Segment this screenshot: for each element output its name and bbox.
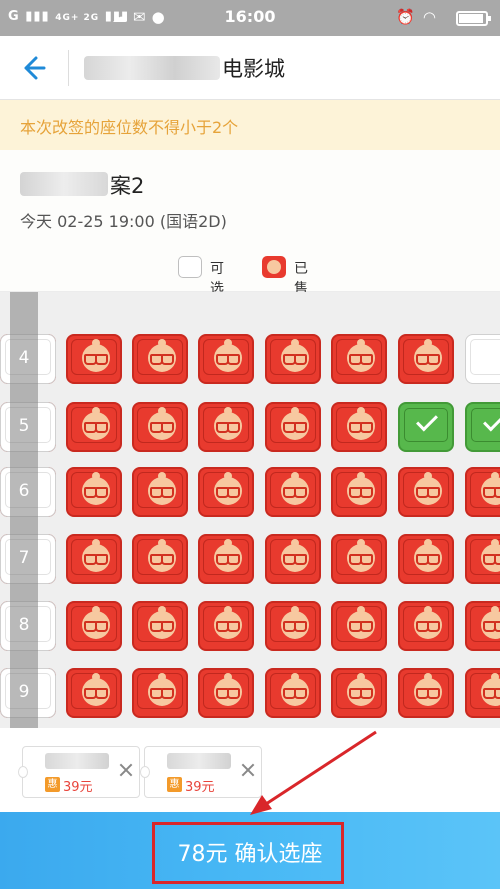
seat-sold	[398, 601, 454, 651]
ticket-price: 39元	[185, 780, 215, 795]
checkmark-icon	[483, 409, 500, 432]
seat-sold	[265, 467, 321, 517]
row-number-label: 4	[18, 348, 30, 368]
selected-tickets-bar: 惠 39元惠 39元	[0, 728, 500, 812]
header-divider	[68, 50, 69, 86]
seat-sold	[132, 334, 188, 384]
checkmark-icon	[416, 409, 438, 432]
back-button[interactable]	[14, 50, 54, 86]
seat-sold	[132, 467, 188, 517]
back-arrow-icon	[24, 56, 46, 80]
available-seat-icon	[178, 256, 202, 278]
seat-sold	[198, 668, 254, 718]
seat-sold	[132, 601, 188, 651]
seat-sold	[465, 534, 500, 584]
seat-map[interactable]: 4 5 6 7 8 9	[0, 292, 500, 728]
seat-sold	[265, 668, 321, 718]
selected-ticket-chip[interactable]: 惠 39元	[18, 746, 140, 798]
confirm-seat-button[interactable]: 78元 确认选座	[0, 812, 500, 889]
top-navigation-bar: 电影城	[0, 36, 500, 100]
seat-sold	[198, 334, 254, 384]
row-number-label: 7	[18, 548, 30, 568]
seat-sold	[265, 534, 321, 584]
seat-sold	[66, 334, 122, 384]
seat-info-redacted	[45, 753, 109, 769]
page-title: 电影城	[222, 57, 285, 81]
seat-sold	[398, 467, 454, 517]
seat-sold	[331, 402, 387, 452]
seat-sold	[398, 334, 454, 384]
seat-sold	[66, 402, 122, 452]
seat-sold	[265, 601, 321, 651]
seat-sold	[265, 402, 321, 452]
seat-sold	[398, 534, 454, 584]
seat-sold	[331, 467, 387, 517]
seat-sold	[331, 668, 387, 718]
seat-sold	[198, 402, 254, 452]
seat-sold	[265, 334, 321, 384]
status-bar: G ▮▮▮ 4G+ 2G ▮▮▮ ☁✉● 16:00 ⏰◠	[0, 0, 500, 36]
seat-selected[interactable]	[465, 402, 500, 452]
seat-sold	[66, 601, 122, 651]
seat-selected[interactable]	[398, 402, 454, 452]
sold-seat-icon	[262, 256, 286, 278]
seat-sold	[198, 601, 254, 651]
seat-sold	[198, 534, 254, 584]
seat-sold	[132, 534, 188, 584]
cinema-name-redacted	[84, 56, 220, 80]
row-number-label: 6	[18, 481, 30, 501]
row-number-label: 5	[18, 416, 30, 436]
seat-info-redacted	[167, 753, 231, 769]
showtime: 今天 02-25 19:00 (国语2D)	[20, 212, 227, 231]
seat-sold	[331, 534, 387, 584]
confirm-seat-label: 78元 确认选座	[177, 842, 323, 867]
seat-sold	[331, 334, 387, 384]
row-number-label: 9	[18, 682, 30, 702]
movie-info-panel: 案2 今天 02-25 19:00 (国语2D) 可选 已售	[0, 150, 500, 297]
seat-sold	[132, 668, 188, 718]
battery-icon	[456, 11, 491, 26]
seat-sold	[465, 601, 500, 651]
seat-sold	[66, 534, 122, 584]
seat-sold	[331, 601, 387, 651]
seat-sold	[132, 402, 188, 452]
ticket-notch	[18, 766, 28, 778]
seat-sold	[465, 467, 500, 517]
seat-sold	[198, 467, 254, 517]
selected-ticket-chip[interactable]: 惠 39元	[140, 746, 262, 798]
discount-badge-icon: 惠	[45, 777, 60, 792]
seat-sold	[465, 668, 500, 718]
remove-ticket-close-icon[interactable]	[117, 761, 135, 779]
alarm-wifi-icons: ⏰◠	[396, 8, 444, 26]
ticket-notch	[140, 766, 150, 778]
discount-badge-icon: 惠	[167, 777, 182, 792]
seat-sold	[66, 668, 122, 718]
seat-count-notice: 本次改签的座位数不得小于2个	[0, 100, 500, 150]
movie-title: 案2	[110, 174, 145, 198]
seat-available[interactable]	[465, 334, 500, 384]
row-number-label: 8	[18, 615, 30, 635]
movie-name-redacted	[20, 172, 108, 196]
remove-ticket-close-icon[interactable]	[239, 761, 257, 779]
ticket-price: 39元	[63, 780, 93, 795]
seat-sold	[398, 668, 454, 718]
seat-sold	[66, 467, 122, 517]
